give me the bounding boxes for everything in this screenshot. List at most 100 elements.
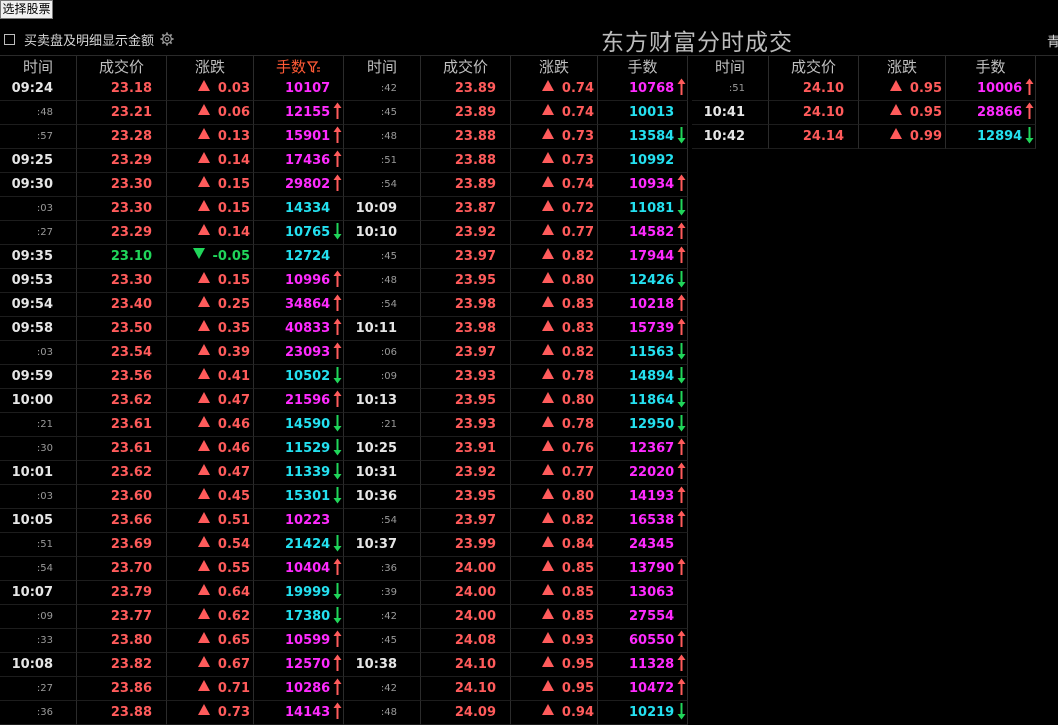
table-row[interactable]: :48 24.09 0.94 10219 — [344, 701, 688, 725]
table-row[interactable]: :27 23.86 0.71 10286 — [0, 677, 344, 701]
table-row[interactable]: 09:30 23.30 0.15 29802 — [0, 173, 344, 197]
table-row[interactable]: :51 23.88 0.73 10992 — [344, 149, 688, 173]
header-volume-2[interactable]: 手数 — [598, 56, 688, 78]
table-row[interactable]: 10:11 23.98 0.83 15739 — [344, 317, 688, 341]
volume-value: 10006 — [977, 81, 1023, 96]
trade-time: 10:37 — [344, 533, 421, 557]
table-row[interactable]: 10:01 23.62 0.47 11339 — [0, 461, 344, 485]
trade-change: 0.62 — [167, 605, 254, 629]
change-value: 0.47 — [217, 465, 250, 480]
table-row[interactable]: 09:25 23.29 0.14 17436 — [0, 149, 344, 173]
table-row[interactable]: 10:08 23.82 0.67 12570 — [0, 653, 344, 677]
corner-text: 青 — [1047, 35, 1058, 50]
table-row[interactable]: :21 23.61 0.46 14590 — [0, 413, 344, 437]
header-volume-3[interactable]: 手数 — [946, 56, 1036, 78]
table-row[interactable]: 10:42 24.14 0.99 12894 — [692, 125, 1036, 149]
table-row[interactable]: :30 23.61 0.46 11529 — [0, 437, 344, 461]
header-change-2[interactable]: 涨跌 — [511, 56, 598, 78]
table-row[interactable]: :45 23.97 0.82 17944 — [344, 245, 688, 269]
table-row[interactable]: :03 23.60 0.45 15301 — [0, 485, 344, 509]
table-row[interactable]: 10:05 23.66 0.51 10223 — [0, 509, 344, 533]
table-row[interactable]: 09:59 23.56 0.41 10502 — [0, 365, 344, 389]
table-row[interactable]: :57 23.28 0.13 15901 — [0, 125, 344, 149]
change-value: 0.73 — [561, 129, 594, 144]
table-row[interactable]: :48 23.88 0.73 13584 — [344, 125, 688, 149]
table-row[interactable]: :54 23.89 0.74 10934 — [344, 173, 688, 197]
table-row[interactable]: 09:24 23.18 0.03 10107 — [0, 77, 344, 101]
header-change-3[interactable]: 涨跌 — [859, 56, 946, 78]
triangle-up-icon — [197, 224, 210, 235]
header-time-3[interactable]: 时间 — [692, 56, 769, 78]
table-row[interactable]: :09 23.77 0.62 17380 — [0, 605, 344, 629]
table-row[interactable]: 10:10 23.92 0.77 14582 — [344, 221, 688, 245]
trade-price: 23.10 — [77, 245, 167, 269]
table-row[interactable]: :27 23.29 0.14 10765 — [0, 221, 344, 245]
show-amount-checkbox[interactable] — [4, 33, 15, 45]
table-row[interactable]: :42 23.89 0.74 10768 — [344, 77, 688, 101]
table-row[interactable]: 10:36 23.95 0.80 14193 — [344, 485, 688, 509]
table-row[interactable]: :33 23.80 0.65 10599 — [0, 629, 344, 653]
table-row[interactable]: 10:13 23.95 0.80 11864 — [344, 389, 688, 413]
header-price-1[interactable]: 成交价 — [77, 56, 167, 78]
header-time-2[interactable]: 时间 — [344, 56, 421, 78]
table-row[interactable]: :45 24.08 0.93 60550 — [344, 629, 688, 653]
trade-volume: 11339 — [254, 461, 344, 485]
table-row[interactable]: :36 24.00 0.85 13790 — [344, 557, 688, 581]
trade-price: 23.89 — [421, 101, 511, 125]
table-row[interactable]: :21 23.93 0.78 12950 — [344, 413, 688, 437]
table-row[interactable]: :51 23.69 0.54 21424 — [0, 533, 344, 557]
table-row[interactable]: :48 23.95 0.80 12426 — [344, 269, 688, 293]
trade-change: 0.06 — [167, 101, 254, 125]
table-row[interactable]: :36 23.88 0.73 14143 — [0, 701, 344, 725]
table-row[interactable]: 10:09 23.87 0.72 11081 — [344, 197, 688, 221]
table-row[interactable]: :48 23.21 0.06 12155 — [0, 101, 344, 125]
trade-time: :27 — [0, 677, 77, 701]
table-row[interactable]: :51 24.10 0.95 10006 — [692, 77, 1036, 101]
trade-volume: 22020 — [598, 461, 688, 485]
trade-price: 23.80 — [77, 629, 167, 653]
table-row[interactable]: :06 23.97 0.82 11563 — [344, 341, 688, 365]
trade-price: 23.97 — [421, 509, 511, 533]
table-row[interactable]: 10:31 23.92 0.77 22020 — [344, 461, 688, 485]
table-row[interactable]: :54 23.97 0.82 16538 — [344, 509, 688, 533]
show-amount-option[interactable]: 买卖盘及明细显示金额 — [4, 30, 174, 49]
trade-price: 23.93 — [421, 413, 511, 437]
header-change-1[interactable]: 涨跌 — [167, 56, 254, 78]
gear-icon[interactable] — [160, 32, 174, 46]
arrow-up-icon — [333, 678, 342, 695]
trade-time: :51 — [692, 77, 769, 101]
table-row[interactable]: :39 24.00 0.85 13063 — [344, 581, 688, 605]
header-price-3[interactable]: 成交价 — [769, 56, 859, 78]
table-row[interactable]: :03 23.30 0.15 14334 — [0, 197, 344, 221]
table-row[interactable]: 10:00 23.62 0.47 21596 — [0, 389, 344, 413]
table-row[interactable]: :42 24.10 0.95 10472 — [344, 677, 688, 701]
table-row[interactable]: :54 23.98 0.83 10218 — [344, 293, 688, 317]
table-row[interactable]: 09:58 23.50 0.35 40833 — [0, 317, 344, 341]
table-row[interactable]: 09:54 23.40 0.25 34864 — [0, 293, 344, 317]
change-value: 0.06 — [217, 105, 250, 120]
trade-time: :48 — [344, 125, 421, 149]
trade-volume: 40833 — [254, 317, 344, 341]
table-row[interactable]: :45 23.89 0.74 10013 — [344, 101, 688, 125]
header-price-2[interactable]: 成交价 — [421, 56, 511, 78]
triangle-up-icon — [541, 248, 554, 259]
header-volume-1[interactable]: 手数 — [254, 56, 344, 78]
table-row[interactable]: 10:37 23.99 0.84 24345 — [344, 533, 688, 557]
table-row[interactable]: :09 23.93 0.78 14894 — [344, 365, 688, 389]
trade-volume: 21424 — [254, 533, 344, 557]
trade-price: 24.00 — [421, 605, 511, 629]
table-row[interactable]: 10:41 24.10 0.95 28866 — [692, 101, 1036, 125]
table-row[interactable]: :54 23.70 0.55 10404 — [0, 557, 344, 581]
show-amount-label: 买卖盘及明细显示金额 — [24, 33, 155, 49]
header-time-1[interactable]: 时间 — [0, 56, 77, 78]
volume-value: 22020 — [629, 465, 675, 480]
table-row[interactable]: 09:35 23.10 -0.05 12724 — [0, 245, 344, 269]
table-row[interactable]: 10:25 23.91 0.76 12367 — [344, 437, 688, 461]
table-row[interactable]: 10:07 23.79 0.64 19999 — [0, 581, 344, 605]
table-row[interactable]: :42 24.00 0.85 27554 — [344, 605, 688, 629]
table-row[interactable]: 09:53 23.30 0.15 10996 — [0, 269, 344, 293]
select-stock-button[interactable]: 选择股票 — [0, 0, 53, 19]
table-row[interactable]: :03 23.54 0.39 23093 — [0, 341, 344, 365]
filter-icon[interactable] — [307, 60, 321, 74]
table-row[interactable]: 10:38 24.10 0.95 11328 — [344, 653, 688, 677]
